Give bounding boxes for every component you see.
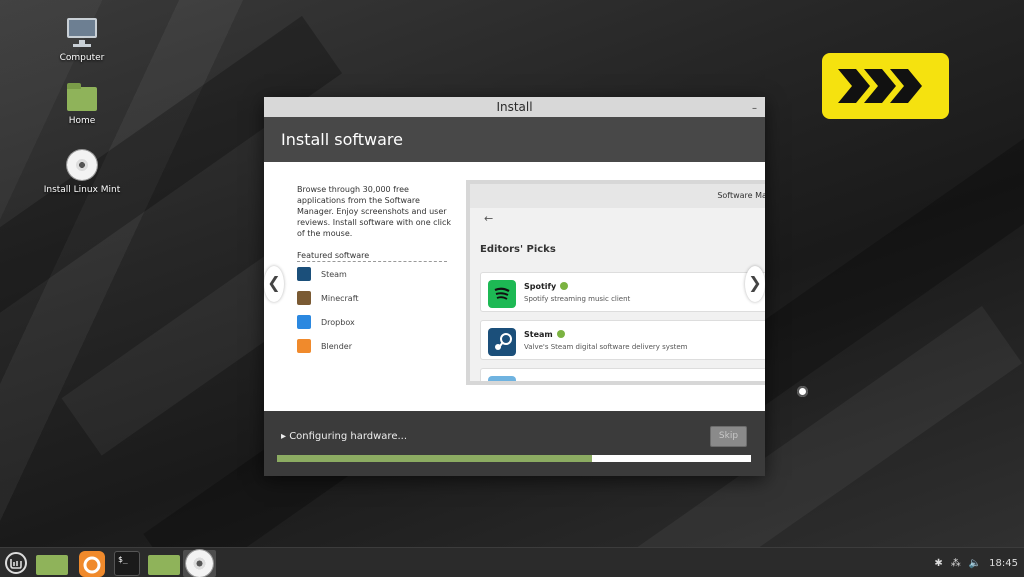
featured-item-label: Blender bbox=[321, 341, 352, 351]
slideshow-next-button[interactable]: ❯ bbox=[745, 266, 765, 302]
network-icon[interactable]: ⁂ bbox=[951, 558, 961, 569]
taskbar-installer-button[interactable] bbox=[183, 550, 216, 577]
featured-item-blender: Blender bbox=[297, 339, 352, 353]
featured-item-label: Steam bbox=[321, 269, 347, 279]
disc-icon bbox=[186, 550, 213, 577]
volume-icon[interactable]: 🔈 bbox=[969, 558, 981, 569]
desktop-icon-label: Computer bbox=[59, 53, 105, 63]
app-card-name: Steam bbox=[524, 330, 565, 339]
files-folder-icon bbox=[36, 555, 68, 575]
slideshow-prev-button[interactable]: ❮ bbox=[264, 266, 284, 302]
taskbar: $_ ✱ ⁂ 🔈 18:45 bbox=[0, 547, 1024, 577]
software-manager-screenshot: Software Man ← Editors' Picks Spotify bbox=[466, 180, 765, 385]
mint-menu-icon bbox=[5, 552, 27, 574]
computer-icon bbox=[65, 18, 99, 48]
editors-picks-heading: Editors' Picks bbox=[480, 244, 556, 255]
install-window: Install – Install software Browse throug… bbox=[264, 97, 765, 476]
skip-button[interactable]: Skip bbox=[710, 426, 747, 447]
desktop-icon-label: Home bbox=[68, 116, 96, 126]
system-tray: ✱ ⁂ 🔈 18:45 bbox=[926, 548, 1018, 577]
desktop-icon-computer[interactable]: Computer bbox=[32, 18, 132, 63]
app-card-spotify: Spotify Spotify streaming music client bbox=[480, 272, 765, 312]
desktop-icon-label: Install Linux Mint bbox=[43, 185, 121, 195]
spotify-icon bbox=[488, 280, 516, 308]
app-card-partial bbox=[480, 368, 765, 381]
featured-item-steam: Steam bbox=[297, 267, 347, 281]
chevron-logo-icon bbox=[822, 53, 949, 119]
files-folder-icon bbox=[148, 555, 180, 575]
steam-icon bbox=[297, 267, 311, 281]
minimize-button[interactable]: – bbox=[752, 99, 757, 119]
desktop-background: Computer Home Install Linux Mint Install… bbox=[0, 0, 1024, 547]
dropbox-icon bbox=[297, 315, 311, 329]
desktop-icon-install-linux-mint[interactable]: Install Linux Mint bbox=[32, 150, 132, 195]
home-folder-icon bbox=[67, 83, 97, 111]
minecraft-icon bbox=[297, 291, 311, 305]
featured-item-label: Dropbox bbox=[321, 317, 355, 327]
featured-software-title: Featured software bbox=[297, 251, 447, 262]
steam-icon bbox=[488, 328, 516, 356]
install-progress-fill bbox=[277, 455, 593, 462]
taskbar-files-button-2[interactable] bbox=[147, 551, 181, 576]
app-icon bbox=[488, 376, 516, 381]
taskbar-firefox-button[interactable] bbox=[78, 551, 106, 577]
featured-item-dropbox: Dropbox bbox=[297, 315, 355, 329]
install-progress-bar bbox=[277, 455, 751, 462]
mouse-cursor-icon bbox=[797, 386, 808, 397]
install-status: ▸ Configuring hardware... bbox=[281, 431, 408, 442]
firefox-icon bbox=[79, 551, 105, 577]
back-arrow-icon: ← bbox=[484, 212, 494, 225]
verified-icon bbox=[560, 282, 569, 290]
install-footer: ▸ Configuring hardware... Skip bbox=[264, 411, 765, 476]
bluetooth-icon[interactable]: ✱ bbox=[934, 558, 942, 569]
taskbar-terminal-button[interactable]: $_ bbox=[113, 551, 141, 576]
window-titlebar[interactable]: Install – bbox=[264, 97, 765, 117]
terminal-icon: $_ bbox=[114, 551, 140, 576]
app-card-name: Spotify bbox=[524, 282, 569, 291]
software-manager-title: Software Man bbox=[470, 184, 765, 208]
app-card-description: Spotify streaming music client bbox=[524, 295, 631, 303]
blender-icon bbox=[297, 339, 311, 353]
featured-item-minecraft: Minecraft bbox=[297, 291, 359, 305]
slideshow: Browse through 30,000 free applications … bbox=[264, 162, 765, 411]
featured-item-label: Minecraft bbox=[321, 293, 359, 303]
clock[interactable]: 18:45 bbox=[989, 558, 1018, 569]
disc-icon bbox=[67, 150, 97, 180]
app-card-description: Valve's Steam digital software delivery … bbox=[524, 343, 688, 351]
verified-icon bbox=[556, 330, 565, 338]
mint-menu-button[interactable] bbox=[5, 552, 27, 574]
page-title: Install software bbox=[264, 117, 765, 162]
window-title: Install bbox=[496, 100, 533, 114]
desktop-icon-home[interactable]: Home bbox=[32, 83, 132, 126]
app-card-steam: Steam Valve's Steam digital software del… bbox=[480, 320, 765, 360]
slide-description: Browse through 30,000 free applications … bbox=[297, 185, 452, 238]
taskbar-files-button[interactable] bbox=[36, 551, 68, 576]
